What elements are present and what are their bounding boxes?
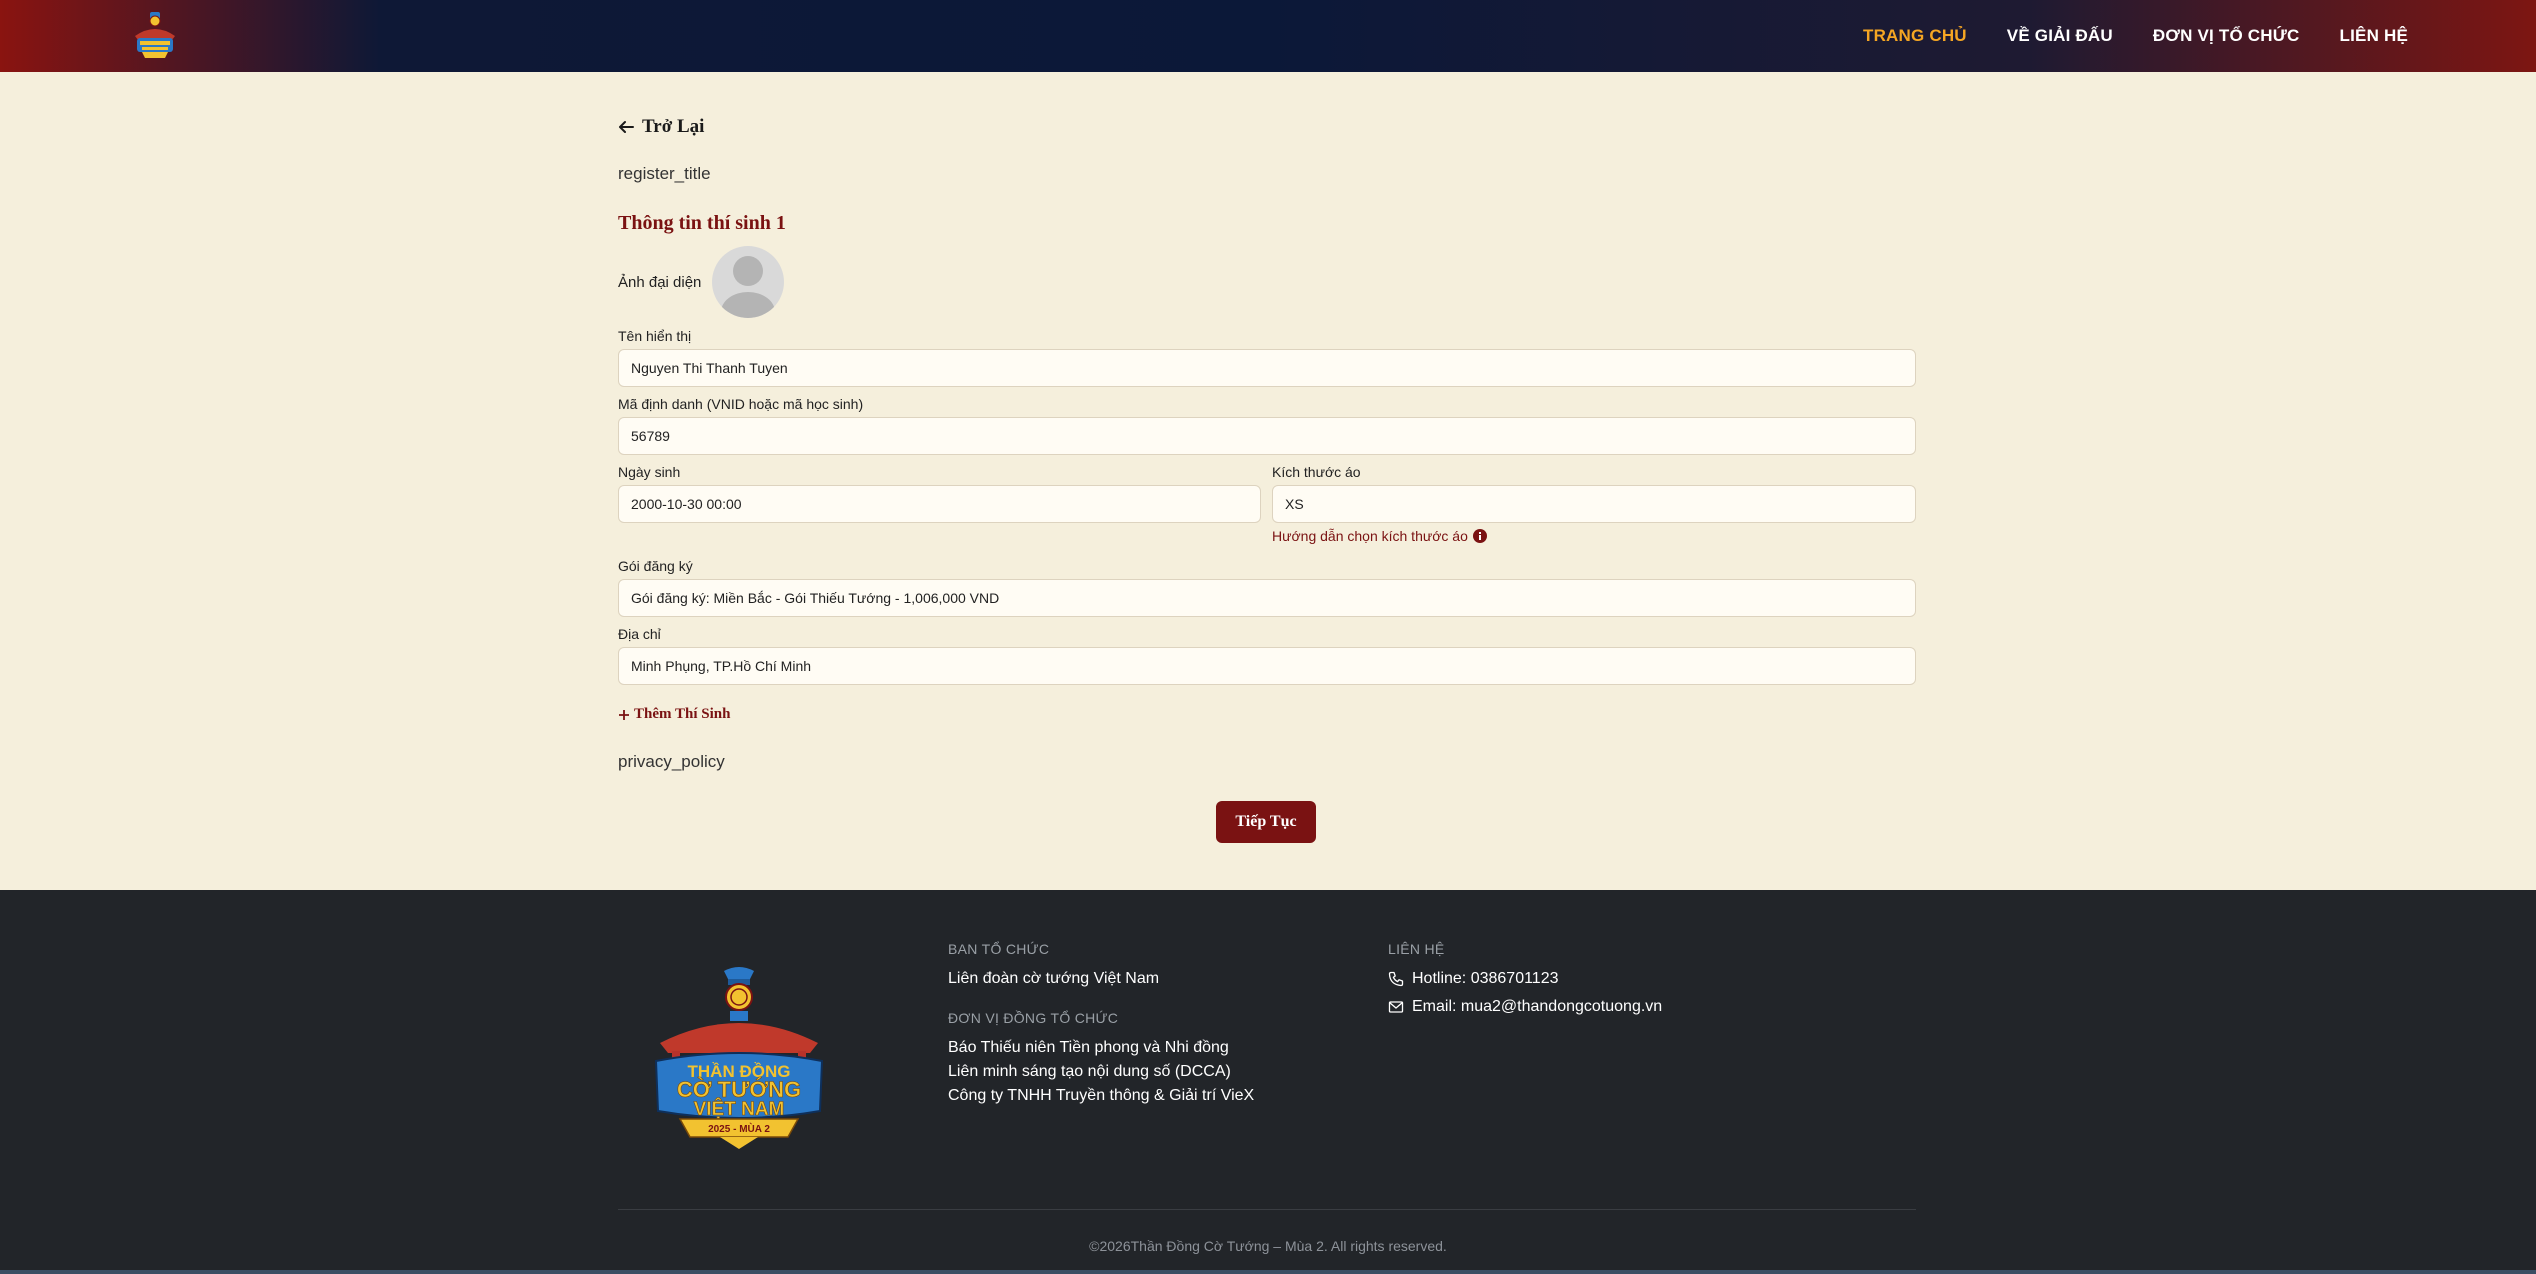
- display-name-label: Tên hiển thị: [618, 328, 692, 344]
- svg-text:2025 - MÙA 2: 2025 - MÙA 2: [708, 1122, 770, 1135]
- nav-home[interactable]: TRANG CHỦ: [1863, 26, 1967, 46]
- main-nav: TRANG CHỦ VỀ GIẢI ĐẤU ĐƠN VỊ TỔ CHỨC LIÊ…: [1863, 0, 2408, 72]
- nav-contact[interactable]: LIÊN HỆ: [2340, 26, 2408, 46]
- co-organizer-heading: ĐƠN VỊ ĐỒNG TỔ CHỨC: [948, 1010, 1119, 1026]
- co-organizer-1: Báo Thiếu niên Tiền phong và Nhi đồng: [948, 1039, 1229, 1056]
- email-link[interactable]: Email: mua2@thandongcotuong.vn: [1388, 998, 1662, 1016]
- size-guide-label: Hướng dẫn chọn kích thước áo: [1272, 528, 1468, 544]
- birthdate-input[interactable]: 2000-10-30 00:00: [618, 485, 1261, 523]
- shirt-size-label: Kích thước áo: [1272, 464, 1361, 480]
- address-label: Địa chỉ: [618, 626, 661, 642]
- back-label: Trở Lại: [642, 116, 705, 137]
- id-code-input[interactable]: 56789: [618, 417, 1916, 455]
- arrow-left-icon: [619, 121, 634, 133]
- address-input[interactable]: Minh Phụng, TP.Hồ Chí Minh: [618, 647, 1916, 685]
- footer-divider: [618, 1209, 1916, 1210]
- organizer-name: Liên đoàn cờ tướng Việt Nam: [948, 970, 1160, 987]
- contact-heading: LIÊN HỆ: [1388, 941, 1445, 957]
- birthdate-label: Ngày sinh: [618, 464, 681, 480]
- register-title: register_title: [618, 164, 711, 183]
- package-select[interactable]: Gói đăng ký: Miền Bắc - Gói Thiếu Tướng …: [618, 579, 1916, 617]
- svg-text:VIỆT NAM: VIỆT NAM: [694, 1098, 785, 1120]
- continue-button[interactable]: Tiếp Tục: [1216, 801, 1316, 843]
- phone-icon: [1388, 971, 1404, 987]
- hotline-link[interactable]: Hotline: 0386701123: [1388, 970, 1559, 988]
- co-organizer-2: Liên minh sáng tạo nội dung số (DCCA): [948, 1063, 1231, 1080]
- privacy-policy: privacy_policy: [618, 752, 725, 771]
- add-contestant-label: Thêm Thí Sinh: [634, 706, 731, 722]
- info-icon: [1472, 529, 1487, 543]
- site-header: TRANG CHỦ VỀ GIẢI ĐẤU ĐƠN VỊ TỔ CHỨC LIÊ…: [0, 0, 2536, 72]
- avatar-label: Ảnh đại diện: [618, 274, 702, 291]
- size-guide-link[interactable]: Hướng dẫn chọn kích thước áo: [1272, 528, 1487, 544]
- add-contestant-button[interactable]: Thêm Thí Sinh: [618, 706, 730, 723]
- site-logo-icon[interactable]: [132, 10, 178, 60]
- package-label: Gói đăng ký: [618, 558, 693, 574]
- footer-bottom-bar: [0, 1270, 2536, 1274]
- nav-about[interactable]: VỀ GIẢI ĐẤU: [2007, 26, 2113, 46]
- co-organizer-3: Công ty TNHH Truyền thông & Giải trí Vie…: [948, 1087, 1255, 1104]
- plus-icon: [619, 709, 629, 720]
- back-button[interactable]: Trở Lại: [618, 116, 704, 138]
- hotline-text: Hotline: 0386701123: [1412, 970, 1559, 987]
- id-code-label: Mã định danh (VNID hoặc mã học sinh): [618, 396, 864, 412]
- user-placeholder-icon: [721, 256, 775, 318]
- tournament-logo-icon: THẦN ĐỒNG CỜ TƯỚNG VIỆT NAM 2025 - MÙA 2: [654, 967, 824, 1149]
- copyright: ©2026Thần Đồng Cờ Tướng – Mùa 2. All rig…: [1089, 1238, 1447, 1254]
- nav-organizers[interactable]: ĐƠN VỊ TỔ CHỨC: [2153, 26, 2300, 46]
- email-text: Email: mua2@thandongcotuong.vn: [1412, 998, 1663, 1015]
- display-name-input[interactable]: Nguyen Thi Thanh Tuyen: [618, 349, 1916, 387]
- organizer-heading: BAN TỔ CHỨC: [948, 941, 1050, 957]
- shirt-size-select[interactable]: XS: [1272, 485, 1916, 523]
- mail-icon: [1388, 1001, 1404, 1013]
- contestant-section-title: Thông tin thí sinh 1: [618, 212, 786, 234]
- avatar-upload[interactable]: [712, 246, 784, 318]
- site-footer: [0, 890, 2536, 1274]
